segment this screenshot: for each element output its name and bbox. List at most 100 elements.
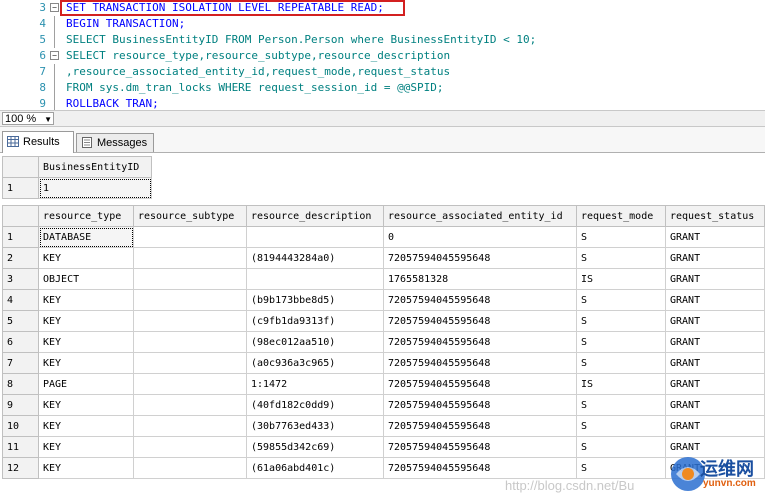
collapse-minus-icon[interactable]: − xyxy=(50,51,59,60)
table-cell[interactable]: 72057594045595648 xyxy=(383,247,577,269)
table-cell[interactable]: 72057594045595648 xyxy=(383,352,577,374)
table-cell[interactable]: GRANT xyxy=(665,310,765,332)
column-header[interactable]: resource_type xyxy=(38,205,134,227)
code-line-4[interactable]: 4 BEGIN TRANSACTION; xyxy=(0,16,765,32)
table-cell[interactable]: 72057594045595648 xyxy=(383,289,577,311)
table-cell[interactable]: 72057594045595648 xyxy=(383,373,577,395)
table-cell[interactable]: KEY xyxy=(38,310,134,332)
table-cell[interactable] xyxy=(133,226,247,248)
table-cell[interactable]: 1 xyxy=(38,177,152,199)
table-cell[interactable]: OBJECT xyxy=(38,268,134,290)
table-cell[interactable] xyxy=(133,415,247,437)
table-row[interactable]: 5 KEY (c9fb1da9313f) 72057594045595648 S GRAN… xyxy=(2,310,765,332)
code-line-9[interactable]: 9 ROLLBACK TRAN; xyxy=(0,96,765,110)
table-cell[interactable]: (30b7763ed433) xyxy=(246,415,384,437)
chevron-down-icon[interactable]: ▼ xyxy=(44,113,52,126)
table-cell[interactable]: KEY xyxy=(38,352,134,374)
table-cell[interactable]: S xyxy=(576,457,666,479)
table-cell[interactable] xyxy=(133,268,247,290)
table-row[interactable]: 6 KEY (98ec012aa510) 72057594045595648 S GRAN… xyxy=(2,331,765,353)
table-cell[interactable]: S xyxy=(576,436,666,458)
table-cell[interactable]: S xyxy=(576,331,666,353)
table-cell[interactable]: (40fd182c0dd9) xyxy=(246,394,384,416)
table-row[interactable]: 2 KEY (8194443284a0) 72057594045595648 S GRAN… xyxy=(2,247,765,269)
table-cell[interactable]: KEY xyxy=(38,247,134,269)
table-cell[interactable] xyxy=(246,226,384,248)
table-cell[interactable]: IS xyxy=(576,268,666,290)
table-cell[interactable] xyxy=(133,289,247,311)
column-header[interactable]: request_status xyxy=(665,205,765,227)
table-cell[interactable]: S xyxy=(576,352,666,374)
table-cell[interactable]: GRANT xyxy=(665,331,765,353)
results-grid-1[interactable]: BusinessEntityID 1 1 xyxy=(2,156,152,199)
table-cell[interactable] xyxy=(133,352,247,374)
table-cell[interactable]: 72057594045595648 xyxy=(383,415,577,437)
table-cell[interactable] xyxy=(133,457,247,479)
table-cell[interactable]: KEY xyxy=(38,331,134,353)
table-cell[interactable]: (a0c936a3c965) xyxy=(246,352,384,374)
tab-messages[interactable]: Messages xyxy=(76,133,154,152)
column-header[interactable]: resource_description xyxy=(246,205,384,227)
table-cell[interactable]: GRANT xyxy=(665,415,765,437)
table-cell[interactable]: 72057594045595648 xyxy=(383,331,577,353)
results-grid-2[interactable]: resource_type resource_subtype resource_… xyxy=(2,205,765,479)
table-cell[interactable]: (61a06abd401c) xyxy=(246,457,384,479)
table-cell[interactable]: S xyxy=(576,415,666,437)
table-row[interactable]: 9 KEY (40fd182c0dd9) 72057594045595648 S GRAN… xyxy=(2,394,765,416)
table-cell[interactable] xyxy=(133,373,247,395)
table-cell[interactable]: (b9b173bbe8d5) xyxy=(246,289,384,311)
table-cell[interactable] xyxy=(246,268,384,290)
collapse-minus-icon[interactable]: − xyxy=(50,3,59,12)
table-row[interactable]: 8 PAGE 1:1472 72057594045595648 IS GRANT xyxy=(2,373,765,395)
table-cell[interactable] xyxy=(133,394,247,416)
zoom-select[interactable]: 100 % ▼ xyxy=(2,112,54,125)
table-cell[interactable]: KEY xyxy=(38,436,134,458)
table-row[interactable]: 3 OBJECT 1765581328 IS GRANT xyxy=(2,268,765,290)
table-cell[interactable]: GRANT xyxy=(665,268,765,290)
table-row[interactable]: 1 DATABASE 0 S GRANT xyxy=(2,226,765,248)
table-cell[interactable]: S xyxy=(576,247,666,269)
table-row[interactable]: 4 KEY (b9b173bbe8d5) 72057594045595648 S GRAN… xyxy=(2,289,765,311)
table-cell[interactable]: 1:1472 xyxy=(246,373,384,395)
code-line-5[interactable]: 5 SELECT BusinessEntityID FROM Person.Pe… xyxy=(0,32,765,48)
table-row[interactable]: 10 KEY (30b7763ed433) 72057594045595648 S GRA… xyxy=(2,415,765,437)
table-cell[interactable]: (c9fb1da9313f) xyxy=(246,310,384,332)
table-cell[interactable]: S xyxy=(576,394,666,416)
table-cell[interactable]: (8194443284a0) xyxy=(246,247,384,269)
table-cell[interactable]: IS xyxy=(576,373,666,395)
table-cell[interactable]: 72057594045595648 xyxy=(383,436,577,458)
code-line-6[interactable]: 6 − SELECT resource_type,resource_subtyp… xyxy=(0,48,765,64)
table-row[interactable]: 7 KEY (a0c936a3c965) 72057594045595648 S GRAN… xyxy=(2,352,765,374)
table-cell[interactable]: GRANT xyxy=(665,226,765,248)
table-cell[interactable]: 72057594045595648 xyxy=(383,394,577,416)
table-cell[interactable]: S xyxy=(576,226,666,248)
table-cell[interactable]: KEY xyxy=(38,394,134,416)
table-cell[interactable]: GRANT xyxy=(665,373,765,395)
table-row[interactable]: 12KEY(61a06abd401c)72057594045595648SGRA… xyxy=(2,457,765,479)
table-cell[interactable]: KEY xyxy=(38,457,134,479)
table-cell[interactable]: GRANT xyxy=(665,289,765,311)
table-cell[interactable]: PAGE xyxy=(38,373,134,395)
table-cell[interactable]: 0 xyxy=(383,226,577,248)
table-cell[interactable]: GRANT xyxy=(665,394,765,416)
table-row[interactable]: 1 1 xyxy=(2,177,152,199)
table-cell[interactable] xyxy=(133,310,247,332)
column-header[interactable]: request_mode xyxy=(576,205,666,227)
table-cell[interactable]: S xyxy=(576,289,666,311)
table-cell[interactable]: KEY xyxy=(38,415,134,437)
table-cell[interactable]: GRANT xyxy=(665,352,765,374)
table-cell[interactable]: (59855d342c69) xyxy=(246,436,384,458)
table-cell[interactable]: DATABASE xyxy=(38,226,134,248)
table-cell[interactable] xyxy=(133,331,247,353)
table-cell[interactable] xyxy=(133,247,247,269)
sql-editor[interactable]: 3 − SET TRANSACTION ISOLATION LEVEL REPE… xyxy=(0,0,765,110)
table-cell[interactable]: S xyxy=(576,310,666,332)
table-cell[interactable]: 1765581328 xyxy=(383,268,577,290)
table-cell[interactable] xyxy=(133,436,247,458)
table-row[interactable]: 11 KEY (59855d342c69) 72057594045595648 S GRA… xyxy=(2,436,765,458)
tab-results[interactable]: Results xyxy=(2,131,74,153)
table-cell[interactable]: 72057594045595648 xyxy=(383,310,577,332)
code-line-7[interactable]: 7 ,resource_associated_entity_id,request… xyxy=(0,64,765,80)
column-header[interactable]: resource_associated_entity_id xyxy=(383,205,577,227)
table-cell[interactable]: (98ec012aa510) xyxy=(246,331,384,353)
